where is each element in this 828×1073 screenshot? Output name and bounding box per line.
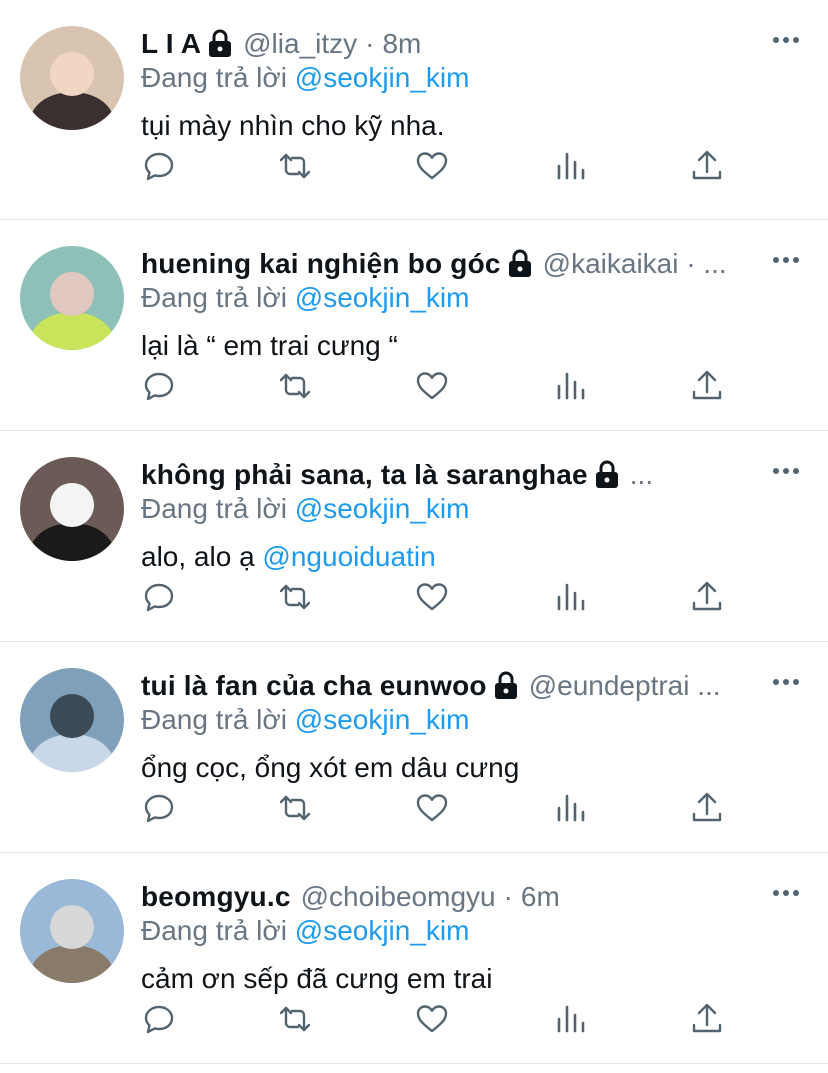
tweet-header: L I A @lia_itzy · 8m	[141, 24, 768, 64]
display-name[interactable]: tui là fan của cha eunwoo	[141, 670, 487, 702]
replying-to: Đang trả lời @seokjin_kim	[141, 704, 469, 736]
more-icon[interactable]	[772, 30, 800, 50]
share-icon[interactable]	[689, 148, 725, 184]
tweet-text-body: ổng cọc, ổng xót em dâu cưng	[141, 752, 520, 783]
retweet-icon[interactable]	[277, 148, 313, 184]
more-icon[interactable]	[772, 883, 800, 903]
display-name[interactable]: không phải sana, ta là saranghae	[141, 459, 588, 491]
avatar[interactable]	[20, 668, 124, 772]
timestamp[interactable]: 6m	[521, 881, 560, 913]
user-handle[interactable]: @eundeptrai ...	[529, 670, 721, 702]
share-icon[interactable]	[689, 368, 725, 404]
heart-icon[interactable]	[414, 368, 450, 404]
tweet-text-mention[interactable]: @nguoiduatin	[262, 541, 435, 572]
share-icon[interactable]	[689, 579, 725, 615]
avatar[interactable]	[20, 246, 124, 350]
tweet-header: beomgyu.c @choibeomgyu · 6m	[141, 877, 768, 917]
lock-icon	[207, 29, 233, 59]
tweet-text: cảm ơn sếp đã cưng em trai	[141, 963, 492, 995]
display-name[interactable]: huening kai nghiện bo góc	[141, 248, 501, 280]
tweet-text-body: alo, alo ạ	[141, 541, 263, 572]
views-icon[interactable]	[553, 790, 589, 826]
tweet-text-body: lại là “ em trai cưng “	[141, 330, 398, 361]
tweet-text: alo, alo ạ @nguoiduatin	[141, 541, 436, 573]
tweet-actions	[141, 368, 731, 408]
separator-dot: ·	[503, 881, 513, 912]
user-handle[interactable]: @choibeomgyu	[301, 881, 496, 913]
replying-to-label: Đang trả lời	[141, 282, 295, 313]
heart-icon[interactable]	[414, 579, 450, 615]
replying-to-mention[interactable]: @seokjin_kim	[295, 915, 470, 946]
more-icon[interactable]	[772, 250, 800, 270]
more-icon[interactable]	[772, 672, 800, 692]
replying-to-mention[interactable]: @seokjin_kim	[295, 282, 470, 313]
tweet-text: tụi mày nhìn cho kỹ nha.	[141, 110, 445, 142]
reply-feed: L I A @lia_itzy · 8m Đang trả lời @seokj…	[0, 0, 828, 1064]
tweet[interactable]: L I A @lia_itzy · 8m Đang trả lời @seokj…	[0, 0, 828, 220]
replying-to: Đang trả lời @seokjin_kim	[141, 62, 469, 94]
views-icon[interactable]	[553, 1001, 589, 1037]
replying-to-label: Đang trả lời	[141, 493, 295, 524]
tweet-actions	[141, 148, 731, 188]
avatar[interactable]	[20, 26, 124, 130]
tweet-text-body: cảm ơn sếp đã cưng em trai	[141, 963, 493, 994]
lock-icon	[493, 671, 519, 701]
share-icon[interactable]	[689, 1001, 725, 1037]
tweet-actions	[141, 790, 731, 830]
avatar[interactable]	[20, 457, 124, 561]
heart-icon[interactable]	[414, 148, 450, 184]
replying-to: Đang trả lời @seokjin_kim	[141, 282, 469, 314]
tweet-header: không phải sana, ta là saranghae ...	[141, 455, 768, 495]
tweet[interactable]: huening kai nghiện bo góc @kaikaikai · .…	[0, 220, 828, 431]
display-name[interactable]: L I A	[141, 28, 201, 60]
heart-icon[interactable]	[414, 790, 450, 826]
user-handle[interactable]: @kaikaikai · ...	[543, 248, 727, 280]
tweet[interactable]: không phải sana, ta là saranghae ... Đan…	[0, 431, 828, 642]
reply-icon[interactable]	[141, 368, 177, 404]
views-icon[interactable]	[553, 148, 589, 184]
share-icon[interactable]	[689, 790, 725, 826]
reply-icon[interactable]	[141, 1001, 177, 1037]
heart-icon[interactable]	[414, 1001, 450, 1037]
reply-icon[interactable]	[141, 579, 177, 615]
separator-dot: ·	[365, 28, 375, 59]
display-name[interactable]: beomgyu.c	[141, 881, 291, 913]
retweet-icon[interactable]	[277, 790, 313, 826]
tweet-actions	[141, 579, 731, 619]
replying-to-mention[interactable]: @seokjin_kim	[295, 62, 470, 93]
replying-to-label: Đang trả lời	[141, 915, 295, 946]
reply-icon[interactable]	[141, 790, 177, 826]
replying-to-mention[interactable]: @seokjin_kim	[295, 493, 470, 524]
reply-icon[interactable]	[141, 148, 177, 184]
views-icon[interactable]	[553, 368, 589, 404]
retweet-icon[interactable]	[277, 579, 313, 615]
replying-to-label: Đang trả lời	[141, 704, 295, 735]
lock-icon	[594, 460, 620, 490]
tweet[interactable]: beomgyu.c @choibeomgyu · 6m Đang trả lời…	[0, 853, 828, 1064]
replying-to-mention[interactable]: @seokjin_kim	[295, 704, 470, 735]
tweet[interactable]: tui là fan của cha eunwoo @eundeptrai ..…	[0, 642, 828, 853]
tweet-actions	[141, 1001, 731, 1041]
replying-to: Đang trả lời @seokjin_kim	[141, 915, 469, 947]
tweet-text-body: tụi mày nhìn cho kỹ nha.	[141, 110, 445, 141]
timestamp[interactable]: 8m	[382, 28, 421, 60]
retweet-icon[interactable]	[277, 368, 313, 404]
retweet-icon[interactable]	[277, 1001, 313, 1037]
user-handle[interactable]: ...	[630, 459, 653, 491]
replying-to: Đang trả lời @seokjin_kim	[141, 493, 469, 525]
tweet-header: tui là fan của cha eunwoo @eundeptrai ..…	[141, 666, 768, 706]
tweet-text: lại là “ em trai cưng “	[141, 330, 398, 362]
avatar[interactable]	[20, 879, 124, 983]
views-icon[interactable]	[553, 579, 589, 615]
user-handle[interactable]: @lia_itzy	[243, 28, 357, 60]
tweet-text: ổng cọc, ổng xót em dâu cưng	[141, 752, 519, 784]
tweet-header: huening kai nghiện bo góc @kaikaikai · .…	[141, 244, 768, 284]
replying-to-label: Đang trả lời	[141, 62, 295, 93]
more-icon[interactable]	[772, 461, 800, 481]
lock-icon	[507, 249, 533, 279]
